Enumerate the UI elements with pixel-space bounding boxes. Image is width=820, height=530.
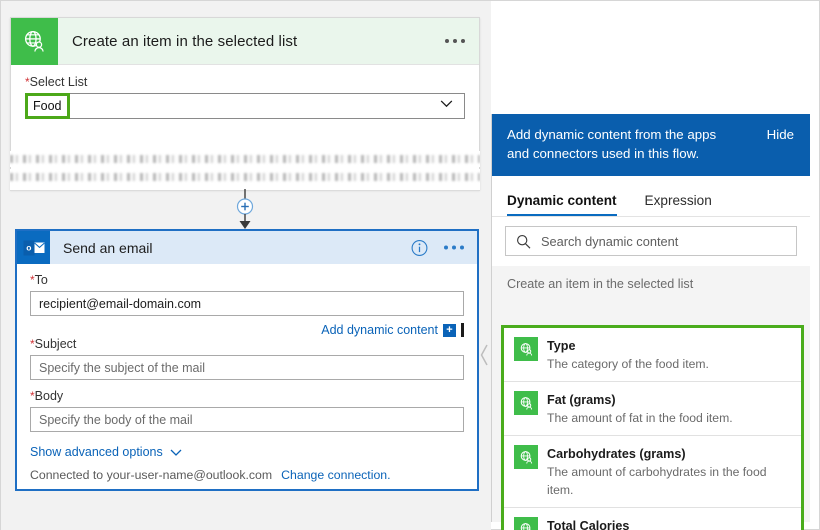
change-connection-link[interactable]: Change connection. [281,468,390,482]
list-item[interactable]: Fat (grams) The amount of fat in the foo… [504,382,801,436]
search-dynamic-content-input[interactable]: Search dynamic content [505,226,797,256]
truncated-field-row-2 [10,169,480,191]
list-item-description: The amount of carbohydrates in the food … [547,465,767,497]
body-label: *Body [30,389,464,403]
add-dynamic-content-label: Add dynamic content [321,323,438,337]
outlook-card-body: *To recipient@email-domain.com Add dynam… [17,264,477,482]
select-list-value: Food [33,99,62,113]
list-item-name: Type [547,339,575,353]
sharepoint-globe-person-icon [514,445,538,469]
list-item[interactable]: Total Calories The number of total calor… [504,508,801,530]
to-label: *To [30,273,464,287]
sharepoint-globe-person-icon [11,18,58,65]
sharepoint-globe-person-icon [514,517,538,530]
tab-expression[interactable]: Expression [645,193,712,216]
list-item-name: Total Calories [547,519,629,530]
outlook-card-header[interactable]: o Send an email [17,231,477,264]
panel-tabs: Dynamic content Expression [492,176,810,217]
hide-panel-button[interactable]: Hide [767,127,794,142]
search-icon [516,234,531,249]
subject-input-placeholder: Specify the subject of the mail [39,361,205,375]
panel-search-wrapper: Search dynamic content [492,217,810,266]
sharepoint-globe-person-icon [514,337,538,361]
plus-icon: + [443,324,456,337]
chevron-down-icon[interactable] [440,100,453,108]
chevron-left-icon[interactable] [478,342,491,368]
outlook-action-card[interactable]: o Send an email [15,229,479,491]
panel-header: Add dynamic content from the apps and co… [492,114,810,176]
outlook-card-title: Send an email [63,240,153,256]
panel-header-text: Add dynamic content from the apps and co… [507,125,732,163]
chevron-down-icon [170,449,182,456]
to-input[interactable]: recipient@email-domain.com [30,291,464,316]
list-item[interactable]: Carbohydrates (grams) The amount of carb… [504,436,801,508]
select-list-label-text: Select List [30,75,88,89]
sharepoint-card-body: *Select List Food [11,65,479,119]
flow-designer-canvas: Create an item in the selected list *Sel… [1,1,491,530]
dynamic-content-group-label: Create an item in the selected list [492,266,810,300]
add-dynamic-content-row: Add dynamic content + [30,323,464,341]
connected-to-text: Connected to your-user-name@outlook.com [30,468,272,482]
tab-dynamic-content[interactable]: Dynamic content [507,193,617,216]
sharepoint-globe-person-icon [514,391,538,415]
sharepoint-card-header[interactable]: Create an item in the selected list [11,18,479,65]
show-advanced-options-label: Show advanced options [30,445,163,459]
sharepoint-card-overflow-menu[interactable] [445,39,465,43]
list-item-description: The category of the food item. [547,357,709,371]
info-circle-icon[interactable] [411,239,428,256]
select-list-field-row[interactable]: Food [25,93,465,119]
show-advanced-options-button[interactable]: Show advanced options [30,445,464,459]
select-list-label: *Select List [25,75,465,89]
screenshot-root: Create an item in the selected list *Sel… [0,0,820,530]
body-label-text: Body [35,389,64,403]
body-input-placeholder: Specify the body of the mail [39,413,193,427]
body-input[interactable]: Specify the body of the mail [30,407,464,432]
outlook-envelope-icon: o [17,231,50,264]
to-label-text: To [35,273,48,287]
connection-status-row: Connected to your-user-name@outlook.com … [30,468,464,482]
list-item-name: Carbohydrates (grams) [547,447,686,461]
select-list-value-highlight[interactable]: Food [25,93,70,119]
subject-input[interactable]: Specify the subject of the mail [30,355,464,380]
add-dynamic-content-button[interactable]: Add dynamic content + [321,323,464,337]
list-item-description: The amount of fat in the food item. [547,411,733,425]
sharepoint-card-title: Create an item in the selected list [72,33,297,50]
outlook-card-overflow-menu[interactable] [444,246,464,250]
to-input-value: recipient@email-domain.com [39,297,201,311]
dynamic-content-list: Type The category of the food item. Fat … [501,325,804,530]
list-item[interactable]: Type The category of the food item. [504,328,801,382]
truncated-field-row-1 [10,151,480,167]
select-list-dropdown[interactable] [25,93,465,119]
text-cursor-caret [461,323,464,337]
outlook-card-header-actions [411,239,464,256]
svg-text:o: o [26,242,31,252]
flow-connector[interactable] [223,189,267,231]
dynamic-content-panel: Add dynamic content from the apps and co… [491,114,810,522]
search-placeholder: Search dynamic content [541,234,678,249]
list-item-name: Fat (grams) [547,393,616,407]
